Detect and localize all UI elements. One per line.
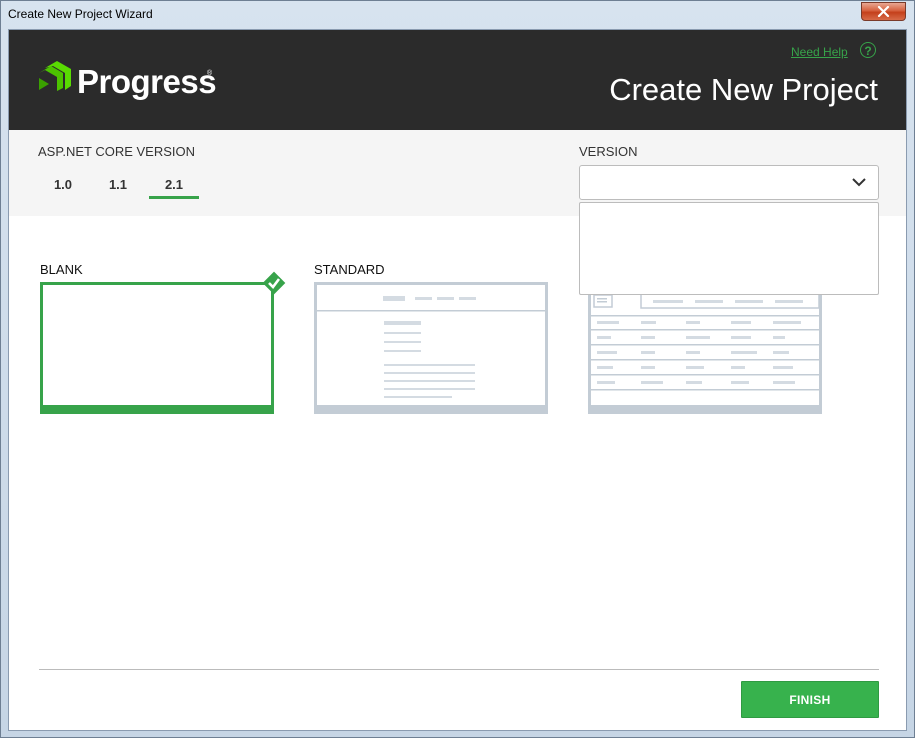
aspnet-version-tab-2-1[interactable]: 2.1 bbox=[149, 177, 199, 192]
footer-divider bbox=[39, 669, 879, 670]
progress-logo-icon bbox=[39, 61, 71, 91]
aspnet-version-tab-1-0[interactable]: 1.0 bbox=[38, 177, 88, 192]
logo-registered-mark: ® bbox=[207, 70, 213, 77]
page-title: Create New Project bbox=[609, 72, 878, 107]
version-label: VERSION bbox=[579, 144, 638, 159]
window-title: Create New Project Wizard bbox=[8, 7, 153, 21]
chevron-down-icon bbox=[852, 178, 866, 187]
selected-version-underline bbox=[149, 196, 199, 199]
aspnet-version-tab-1-1[interactable]: 1.1 bbox=[93, 177, 143, 192]
selected-check-icon bbox=[262, 271, 286, 295]
wizard-content: Progress ® Need Help ? Create New Projec… bbox=[8, 29, 907, 731]
grid-template-thumbnail bbox=[591, 293, 820, 391]
close-button[interactable] bbox=[861, 2, 906, 21]
wizard-window: Create New Project Wizard Progress ® Nee… bbox=[0, 0, 915, 738]
header-banner: Progress ® Need Help ? Create New Projec… bbox=[9, 30, 906, 130]
close-icon bbox=[877, 6, 890, 17]
template-label-standard: STANDARD bbox=[314, 262, 385, 277]
finish-button[interactable]: FINISH bbox=[741, 681, 879, 718]
template-card-standard[interactable] bbox=[314, 282, 548, 414]
template-card-grid[interactable] bbox=[588, 282, 822, 414]
version-dropdown-list[interactable] bbox=[579, 202, 879, 295]
title-bar[interactable]: Create New Project Wizard bbox=[1, 1, 914, 29]
logo-wordmark: Progress bbox=[77, 63, 217, 100]
standard-template-thumbnail bbox=[317, 296, 545, 398]
template-label-blank: BLANK bbox=[40, 262, 83, 277]
template-card-blank[interactable] bbox=[40, 282, 274, 414]
need-help-link[interactable]: Need Help bbox=[791, 45, 848, 59]
help-icon[interactable]: ? bbox=[860, 42, 876, 58]
aspnet-version-label: ASP.NET CORE VERSION bbox=[38, 144, 196, 159]
version-dropdown[interactable] bbox=[579, 165, 879, 200]
